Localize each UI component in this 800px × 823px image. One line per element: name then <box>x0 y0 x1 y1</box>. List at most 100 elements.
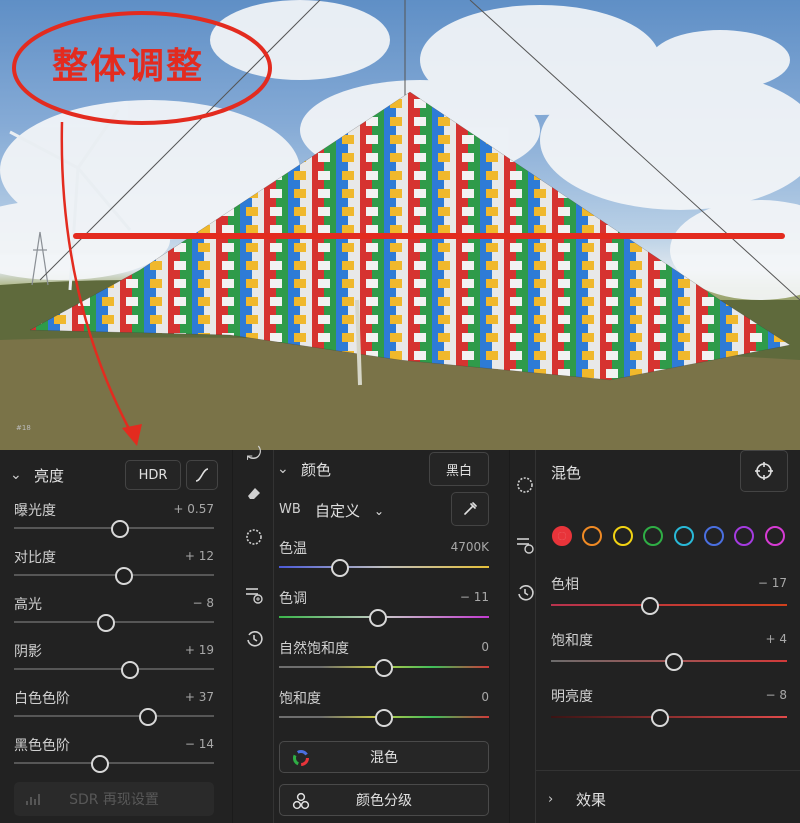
target-adjust-button[interactable] <box>740 450 788 492</box>
slider-label: 曝光度 <box>14 503 56 519</box>
presets-add-shape <box>517 538 534 554</box>
color-swatch[interactable] <box>552 526 572 546</box>
slider-track[interactable] <box>14 715 214 717</box>
slider-knob[interactable] <box>664 653 683 671</box>
slider-knob[interactable] <box>375 709 393 727</box>
history-icon[interactable] <box>243 630 265 652</box>
chevron-down-icon: ⌄ <box>10 467 22 483</box>
eraser-icon[interactable] <box>243 484 265 506</box>
radial-mask-icon[interactable] <box>243 528 265 550</box>
radial-mask-shape <box>517 477 533 493</box>
presets-add-icon[interactable] <box>243 584 265 606</box>
color-wheel-icon <box>293 750 309 766</box>
slider-knob[interactable] <box>650 709 669 727</box>
slider-label: 色温 <box>279 541 307 557</box>
color-swatch[interactable] <box>764 526 785 546</box>
sdr-settings-label: SDR 再现设置 <box>69 792 159 808</box>
radial-mask-shape <box>246 529 262 545</box>
eyedropper-button[interactable] <box>451 492 489 526</box>
slider-label: 饱和度 <box>551 633 593 649</box>
slider-track[interactable] <box>14 668 214 670</box>
wb-dropdown[interactable]: 自定义 ⌄ <box>315 500 384 521</box>
slider-label: 阴影 <box>14 644 42 660</box>
effects-section-header[interactable]: › 效果 <box>548 781 748 817</box>
tool-strip-secondary <box>510 450 536 823</box>
slider-knob[interactable] <box>121 661 139 679</box>
slider-label: 自然饱和度 <box>279 641 349 657</box>
target-crosshair-icon <box>755 462 773 480</box>
color-swatch[interactable] <box>582 526 603 546</box>
history-shape <box>518 585 534 601</box>
tone-curve-button[interactable] <box>186 460 218 490</box>
eraser-shape <box>248 488 260 499</box>
slider-label: 色调 <box>279 591 307 607</box>
slider-value: − 14 <box>184 737 214 751</box>
sdr-settings-button[interactable]: SDR 再现设置 <box>14 782 214 816</box>
color-swatch[interactable] <box>612 526 633 546</box>
color-grading-button[interactable]: 颜色分级 <box>279 784 489 816</box>
slider-track[interactable] <box>14 574 214 576</box>
mixer-panel-title: 混色 <box>551 464 582 482</box>
slider-label: 对比度 <box>14 550 56 566</box>
slider-knob[interactable] <box>641 597 660 615</box>
mixer-panel: 混色 色相 − 17 饱和度 + 4 明亮度 − 8 › 效果 <box>510 450 800 823</box>
chevron-down-icon: ⌄ <box>374 503 385 518</box>
color-swatch[interactable] <box>704 526 724 546</box>
color-swatch[interactable] <box>734 526 755 546</box>
slider-label: 饱和度 <box>279 691 321 707</box>
color-swatch[interactable] <box>643 526 664 546</box>
slider-knob[interactable] <box>368 609 387 627</box>
slider-value: − 8 <box>765 688 787 702</box>
history-shape <box>247 631 263 647</box>
slider-value: 0 <box>481 640 489 654</box>
slider-knob[interactable] <box>91 755 109 773</box>
slider-track[interactable] <box>551 716 787 718</box>
slider-value: + 4 <box>765 632 787 646</box>
presets-add-icon[interactable] <box>514 534 536 556</box>
black-white-button[interactable]: 黑白 <box>429 452 489 486</box>
radial-mask-icon[interactable] <box>514 476 536 498</box>
slider-value: + 37 <box>184 690 214 704</box>
slider-knob[interactable] <box>330 559 349 577</box>
slider-track[interactable] <box>279 566 489 568</box>
slider-knob[interactable] <box>375 659 393 677</box>
tone-curve-icon <box>195 468 209 482</box>
tone-panel-header[interactable]: ⌄ 亮度 <box>10 457 130 493</box>
annotation-callout: 整体调整 <box>52 46 205 87</box>
color-panel: ⤾ ⌄ 颜色 黑白 WB 自定义 ⌄ 色温 4700K 色调 − 11 自然饱和… <box>233 444 509 823</box>
color-panel-header[interactable]: ⌄ 颜色 <box>277 451 397 487</box>
wb-label: WB <box>279 502 301 517</box>
hdr-button[interactable]: HDR <box>125 460 181 490</box>
effects-title: 效果 <box>576 790 607 809</box>
tone-panel: ⌄ 亮度 HDR 曝光度 + 0.57 对比度 + 12 高光 − 8 阴影 + 19 白色色阶… <box>0 450 232 823</box>
presets-add-shape <box>246 588 263 604</box>
photo-watermark: #18 <box>16 424 31 432</box>
slider-value: 4700K <box>450 540 489 554</box>
color-panel-title: 颜色 <box>301 460 332 479</box>
tool-strip: ⤾ <box>233 444 273 823</box>
slider-value: 0 <box>481 690 489 704</box>
slider-value: − 8 <box>192 596 214 610</box>
chevron-down-icon: ⌄ <box>277 461 289 477</box>
color-mix-button[interactable]: 混色 <box>279 741 489 773</box>
slider-knob[interactable] <box>139 708 157 726</box>
slider-track[interactable] <box>14 762 214 764</box>
slider-label: 明亮度 <box>551 689 593 705</box>
tone-panel-title: 亮度 <box>34 466 65 485</box>
chevron-right-icon: › <box>548 791 554 807</box>
slider-label: 高光 <box>14 597 42 613</box>
transform-icon[interactable]: ⤾ <box>243 444 265 466</box>
slider-knob[interactable] <box>97 614 115 632</box>
effects-divider <box>536 770 800 771</box>
color-swatch[interactable] <box>673 526 694 546</box>
toolstrip-divider <box>535 450 536 823</box>
slider-value: + 12 <box>184 549 214 563</box>
history-icon[interactable] <box>514 584 536 606</box>
toolstrip-divider <box>273 450 274 823</box>
slider-knob[interactable] <box>115 567 133 585</box>
slider-value: − 11 <box>459 590 489 604</box>
slider-knob[interactable] <box>111 520 129 538</box>
slider-value: + 19 <box>184 643 214 657</box>
slider-label: 白色色阶 <box>14 691 70 707</box>
slider-track[interactable] <box>551 604 787 606</box>
